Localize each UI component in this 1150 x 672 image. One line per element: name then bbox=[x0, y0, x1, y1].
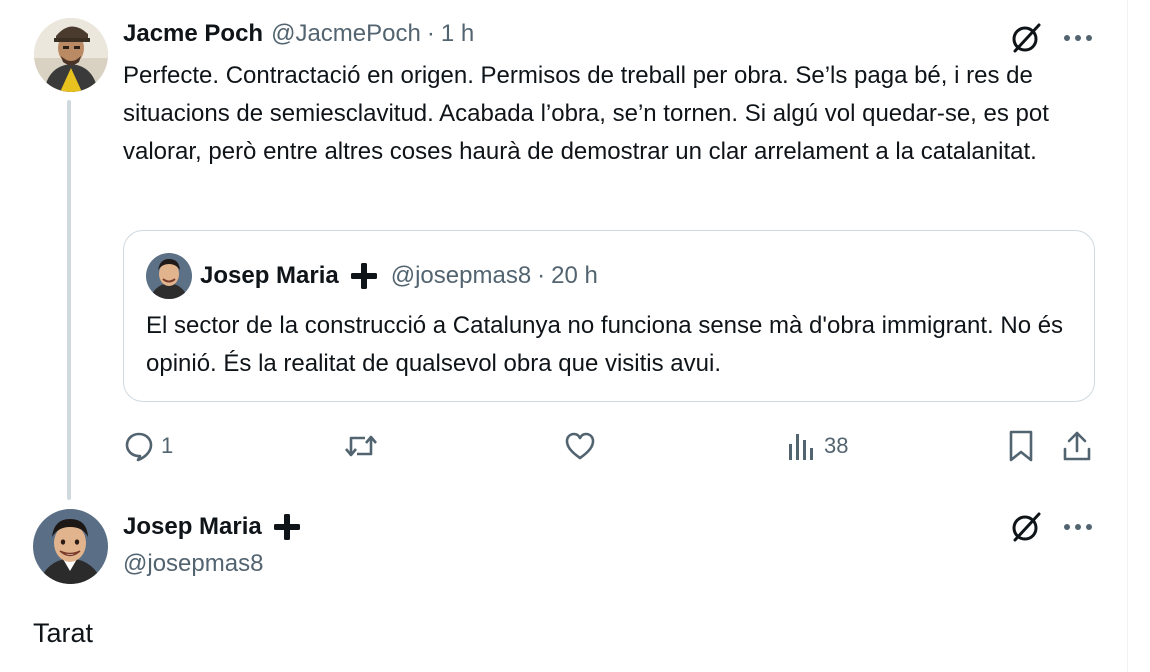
timeline-border bbox=[1127, 0, 1128, 672]
plus-badge-icon bbox=[349, 261, 379, 291]
reply-button[interactable]: 1 bbox=[123, 428, 173, 464]
quote-header: Josep Maria @josepmas8 · 20 h bbox=[200, 260, 598, 292]
separator: · bbox=[426, 20, 435, 47]
views-icon bbox=[789, 434, 813, 460]
quote-time: 20 h bbox=[551, 262, 598, 289]
share-button[interactable] bbox=[1061, 428, 1093, 464]
views-count: 38 bbox=[824, 433, 849, 458]
quote-separator: · bbox=[537, 262, 546, 289]
more-icon bbox=[1064, 35, 1092, 41]
quote-text: El sector de la construcció a Catalunya … bbox=[146, 312, 1064, 377]
quoted-tweet[interactable]: Josep Maria @josepmas8 · 20 h El sector … bbox=[123, 230, 1095, 402]
author-name[interactable]: Jacme Poch bbox=[123, 20, 263, 48]
grok-button[interactable] bbox=[1008, 20, 1044, 56]
bookmark-button[interactable] bbox=[1006, 428, 1036, 464]
retweet-icon bbox=[345, 435, 377, 457]
avatar-jacme-poch[interactable] bbox=[34, 18, 108, 92]
thread-line bbox=[67, 100, 71, 500]
reply-handle-row: @josepmas8 bbox=[123, 548, 263, 580]
grok-icon bbox=[1012, 512, 1041, 542]
avatar-josep-maria[interactable] bbox=[33, 509, 108, 584]
author-handle[interactable]: @JacmePoch bbox=[271, 20, 421, 48]
tweet-text: Perfecte. Contractació en origen. Permis… bbox=[123, 62, 1049, 165]
quote-author-name: Josep Maria bbox=[200, 262, 339, 289]
reply-text: Tarat bbox=[33, 618, 94, 648]
reply-header: Josep Maria bbox=[123, 511, 302, 543]
reply-count: 1 bbox=[161, 433, 174, 458]
quote-author-handle: @josepmas8 bbox=[390, 262, 532, 289]
retweet-button[interactable] bbox=[343, 428, 385, 464]
tweet-header: Jacme Poch @JacmePoch · 1 h bbox=[123, 18, 474, 50]
share-icon bbox=[1063, 431, 1091, 461]
plus-badge-icon bbox=[272, 512, 302, 542]
bookmark-icon bbox=[1009, 430, 1033, 462]
reply-more-button[interactable] bbox=[1058, 509, 1098, 545]
reply-author-name[interactable]: Josep Maria bbox=[123, 513, 262, 541]
quote-avatar bbox=[146, 253, 192, 299]
more-icon bbox=[1064, 524, 1092, 530]
like-icon bbox=[565, 432, 595, 460]
reply-icon bbox=[125, 432, 153, 462]
reply-grok-button[interactable] bbox=[1008, 509, 1044, 545]
tweet-time[interactable]: 1 h bbox=[441, 20, 474, 48]
views-button[interactable]: 38 bbox=[786, 428, 848, 464]
grok-icon bbox=[1012, 23, 1041, 53]
reply-author-handle[interactable]: @josepmas8 bbox=[123, 550, 263, 578]
more-button[interactable] bbox=[1058, 20, 1098, 56]
like-button[interactable] bbox=[564, 428, 602, 464]
